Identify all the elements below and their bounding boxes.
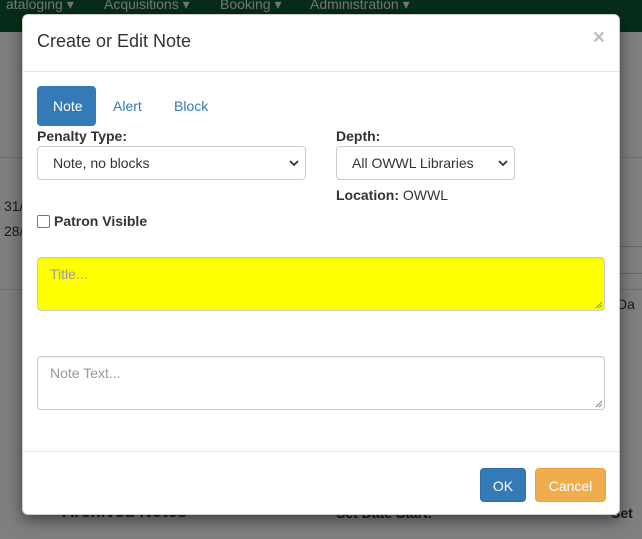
depth-label: Depth: bbox=[336, 128, 381, 144]
location-readout: Location: OWWL bbox=[336, 187, 448, 203]
tab-alert[interactable]: Alert bbox=[97, 86, 158, 126]
penalty-type-value: Note, no blocks bbox=[53, 155, 150, 171]
dialog-header: Create or Edit Note × bbox=[23, 15, 619, 72]
depth-select[interactable]: All OWWL Libraries bbox=[336, 146, 515, 180]
penalty-type-label: Penalty Type: bbox=[37, 128, 127, 144]
resize-handle-icon[interactable] bbox=[595, 400, 603, 408]
cancel-button[interactable]: Cancel bbox=[535, 468, 606, 502]
tab-note[interactable]: Note bbox=[37, 86, 96, 126]
penalty-type-select[interactable]: Note, no blocks bbox=[37, 146, 306, 180]
location-value: OWWL bbox=[402, 187, 448, 203]
location-label: Location: bbox=[336, 187, 399, 203]
chevron-down-icon bbox=[289, 147, 299, 179]
tab-block[interactable]: Block bbox=[158, 86, 224, 126]
depth-value: All OWWL Libraries bbox=[352, 155, 474, 171]
dialog-title: Create or Edit Note bbox=[37, 31, 192, 51]
close-icon[interactable]: × bbox=[593, 27, 605, 48]
title-field[interactable]: Title... bbox=[37, 257, 605, 311]
note-text-placeholder: Note Text... bbox=[50, 365, 121, 381]
note-dialog: Create or Edit Note × Note Alert Block P… bbox=[22, 14, 620, 515]
dialog-footer: OK Cancel bbox=[23, 451, 619, 515]
patron-visible-checkbox[interactable] bbox=[37, 214, 50, 228]
note-text-field[interactable]: Note Text... bbox=[37, 356, 605, 410]
title-placeholder: Title... bbox=[50, 266, 88, 282]
patron-visible-row[interactable]: Patron Visible bbox=[37, 213, 147, 229]
patron-visible-label: Patron Visible bbox=[54, 213, 148, 229]
chevron-down-icon bbox=[498, 147, 508, 179]
resize-handle-icon[interactable] bbox=[595, 301, 603, 309]
ok-button[interactable]: OK bbox=[480, 468, 526, 502]
